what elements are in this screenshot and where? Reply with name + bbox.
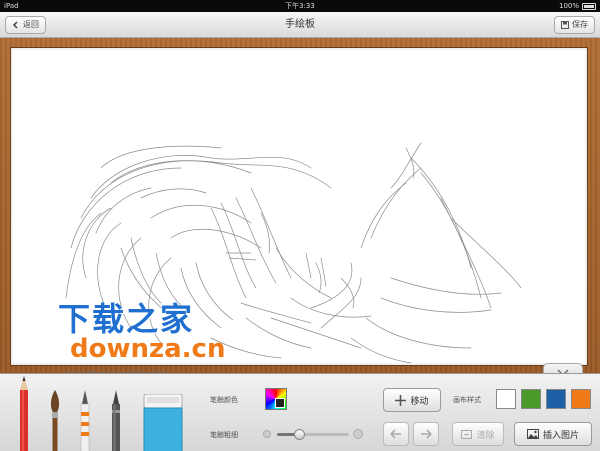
eraser-icon[interactable] bbox=[143, 394, 183, 451]
canvas-style-label: 画布样式 bbox=[453, 396, 481, 404]
canvas-color-white[interactable] bbox=[496, 389, 516, 409]
save-icon bbox=[561, 21, 569, 29]
bottom-toolbar: 笔触颜色 笔触粗细 移动 画布样式 清除 插入图片 bbox=[0, 373, 600, 451]
save-button-label: 保存 bbox=[572, 20, 588, 29]
move-button-label: 移动 bbox=[410, 396, 429, 407]
thick-dot-icon bbox=[353, 429, 363, 439]
save-button[interactable]: 保存 bbox=[554, 16, 595, 34]
move-button[interactable]: 移动 bbox=[383, 388, 441, 412]
pen-color-label: 笔触颜色 bbox=[210, 396, 238, 404]
image-icon bbox=[526, 429, 539, 439]
move-icon bbox=[395, 394, 407, 406]
watermark-en: downza.cn bbox=[70, 334, 226, 364]
red-pencil-icon[interactable] bbox=[16, 376, 32, 451]
nav-bar: 返回 手绘板 保存 bbox=[0, 12, 600, 38]
watermark: 下载之家 downza.cn 国内最专业的资源下载站 bbox=[58, 294, 225, 382]
canvas-color-green[interactable] bbox=[521, 389, 541, 409]
pen-thickness-label: 笔触粗细 bbox=[210, 431, 238, 439]
insert-image-button-label: 插入图片 bbox=[542, 430, 579, 441]
canvas-color-blue[interactable] bbox=[546, 389, 566, 409]
battery-icon bbox=[582, 2, 596, 10]
canvas-color-orange[interactable] bbox=[571, 389, 591, 409]
redo-button[interactable] bbox=[413, 422, 439, 446]
status-bar: iPad 下午3:33 100% bbox=[0, 0, 600, 12]
undo-icon bbox=[390, 429, 401, 439]
battery-percent: 100% bbox=[558, 2, 579, 10]
paint-brush-icon[interactable] bbox=[76, 390, 94, 451]
tool-tray bbox=[8, 374, 192, 451]
status-time: 下午3:33 bbox=[285, 2, 315, 10]
clear-button-label: 清除 bbox=[476, 430, 495, 441]
clear-icon bbox=[461, 429, 473, 439]
clear-button[interactable]: 清除 bbox=[452, 422, 504, 446]
ink-pen-icon[interactable] bbox=[108, 390, 124, 451]
brush-icon[interactable] bbox=[46, 390, 64, 451]
pen-thickness-slider[interactable] bbox=[263, 428, 363, 440]
page-title: 手绘板 bbox=[285, 19, 315, 30]
redo-icon bbox=[421, 429, 432, 439]
slider-thumb[interactable] bbox=[293, 429, 305, 440]
color-picker-swatch[interactable] bbox=[265, 388, 287, 410]
thin-dot-icon bbox=[263, 430, 271, 438]
insert-image-button[interactable]: 插入图片 bbox=[514, 422, 592, 446]
undo-button[interactable] bbox=[383, 422, 409, 446]
